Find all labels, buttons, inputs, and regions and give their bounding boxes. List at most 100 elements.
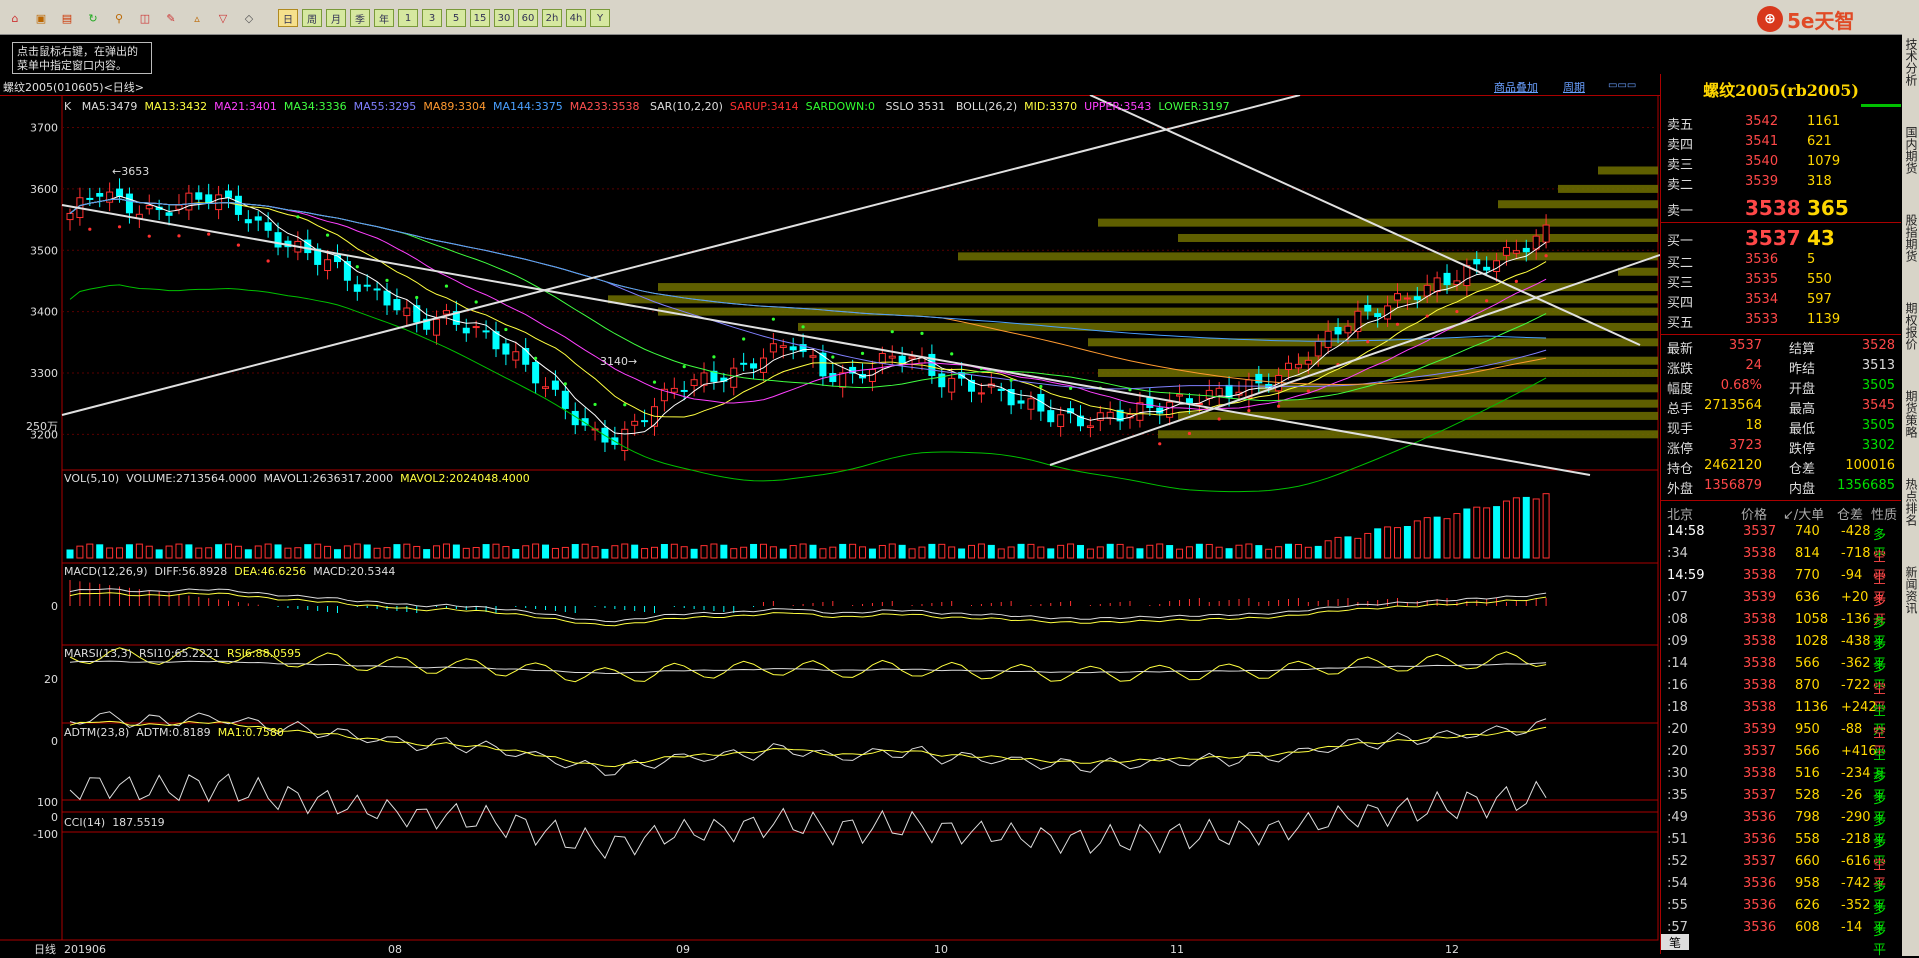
sar-dot (236, 243, 241, 247)
period-button[interactable]: 2h (542, 9, 562, 27)
ma13-label: MA13:3432 (144, 100, 208, 113)
sar-dot (1068, 386, 1073, 390)
volume-bar (561, 546, 569, 559)
sar-dot (207, 232, 211, 236)
tick-cell: -616 (1841, 854, 1871, 869)
moving-average-line (69, 198, 1547, 410)
toolbar-tool-icon[interactable]: ↻ (82, 8, 104, 28)
adtm-value: ADTM:0.8189 (136, 726, 211, 739)
tick-cell: -438 (1841, 634, 1871, 649)
toolbar-tool-icon[interactable]: ▽ (212, 8, 234, 28)
side-tab[interactable]: 期货策略 (1903, 390, 1918, 438)
volume-bar (750, 543, 758, 559)
candle-body (393, 299, 401, 311)
volume-bar (1116, 543, 1124, 559)
rsi-labels: MARSI(13,3) RSI10:65.2221 RSI6:88.0595 (64, 647, 301, 660)
stat-row-v2: 1356685 (1837, 478, 1895, 493)
sar-dot (1395, 322, 1400, 326)
candle-body (522, 347, 530, 365)
tick-tab[interactable]: 笔 (1661, 934, 1689, 950)
candle-body (1364, 304, 1372, 312)
side-tab[interactable]: 新闻资讯 (1903, 566, 1918, 614)
volume-bar (769, 546, 777, 559)
rsi-label: MARSI(13,3) (64, 647, 132, 660)
overlay-link[interactable]: 商品叠加 (1494, 79, 1538, 95)
tick-cell: 3538 (1743, 546, 1777, 561)
window-layout-icon[interactable]: ▭▭▭ (1608, 80, 1636, 91)
toolbar-tool-icon[interactable]: ✎ (160, 8, 182, 28)
period-button[interactable]: 30 (494, 9, 514, 27)
period-button[interactable]: 5 (446, 9, 466, 27)
ask-row-v: 621 (1807, 134, 1832, 149)
volume-bar (274, 544, 282, 559)
side-tab[interactable]: 期权报价 (1903, 302, 1918, 350)
period-button[interactable]: 月 (326, 9, 346, 27)
side-tab[interactable]: 股指期货 (1903, 214, 1918, 262)
stat-row-v1: 18 (1745, 418, 1762, 433)
bid-row-p: 3536 (1745, 252, 1779, 267)
bid-row: 买三 3535 550 (1665, 272, 1897, 291)
side-tab[interactable]: 国内期货 (1903, 126, 1918, 174)
tick-row: :08 3538 1058 -136 多平 (1665, 612, 1897, 650)
tick-cell: -218 (1841, 832, 1871, 847)
candle-body (769, 343, 777, 353)
stat-row: 现手 18 最低 3505 (1665, 418, 1897, 437)
candle-body (462, 327, 470, 334)
tick-cell: -428 (1841, 524, 1871, 539)
volume-bar (1185, 546, 1193, 559)
period-button[interactable]: 日 (278, 9, 298, 27)
stat-row-n1: 涨跌 (1667, 362, 1694, 377)
tick-cell: 770 (1795, 568, 1820, 583)
period-button[interactable]: 1 (398, 9, 418, 27)
tick-cell: :14 (1667, 656, 1688, 671)
chart-canvas[interactable]: 370036003500340033003200←36533140→250万02… (0, 95, 1660, 955)
pane-frame (61, 811, 1659, 941)
ask-row-p: 3538 (1745, 196, 1801, 220)
bid-row-n: 买三 (1667, 276, 1694, 291)
adtm-axis-label: 0 (51, 735, 58, 748)
toolbar-tool-icon[interactable]: ▤ (56, 8, 78, 28)
bid-row-v: 5 (1807, 252, 1816, 267)
period-button[interactable]: 4h (566, 9, 586, 27)
tick-cell: 14:59 (1667, 568, 1705, 583)
tick-cell: -234 (1841, 766, 1871, 781)
candle-body (1493, 260, 1501, 272)
period-button[interactable]: 15 (470, 9, 490, 27)
volume-bar (1314, 545, 1322, 559)
period-button[interactable]: 3 (422, 9, 442, 27)
stat-row-n1: 涨停 (1667, 442, 1694, 457)
tick-cell: 558 (1795, 832, 1820, 847)
period-button[interactable]: 60 (518, 9, 538, 27)
period-link[interactable]: 周期 (1563, 79, 1585, 95)
toolbar-tool-icon[interactable]: ◇ (238, 8, 260, 28)
volume-bar (324, 545, 332, 559)
sar-dot (177, 234, 181, 238)
stat-row-v1: 3537 (1728, 338, 1762, 353)
x-axis-tick: 09 (676, 943, 690, 955)
volume-bar (700, 545, 708, 559)
tick-row: :16 3538 870 -722 空平 (1665, 678, 1897, 716)
volume-bar (1047, 548, 1055, 559)
candle-body (1225, 384, 1233, 398)
ask-row-v: 365 (1807, 196, 1849, 220)
toolbar-tool-icon[interactable]: ⚲ (108, 8, 130, 28)
stat-row-n2: 跌停 (1789, 442, 1816, 457)
volume-bar (551, 547, 559, 559)
toolbar-tool-icon[interactable]: ◫ (134, 8, 156, 28)
toolbar-tool-icon[interactable]: ▵ (186, 8, 208, 28)
volume-bar (690, 548, 698, 559)
volume-bar (363, 544, 371, 559)
candle-body (1136, 402, 1144, 421)
volume-bar (1057, 544, 1065, 559)
x-axis-tick: 11 (1170, 943, 1184, 955)
side-tab[interactable]: 技术分析 (1903, 38, 1918, 86)
period-button[interactable]: 周 (302, 9, 322, 27)
toolbar-tool-icon[interactable]: ⌂ (4, 8, 26, 28)
volume-bar (660, 544, 668, 559)
toolbar-tool-icon[interactable]: ▣ (30, 8, 52, 28)
period-button[interactable]: Y (590, 9, 610, 27)
side-tab[interactable]: 热点排名 (1903, 478, 1918, 526)
period-button[interactable]: 年 (374, 9, 394, 27)
period-button[interactable]: 季 (350, 9, 370, 27)
candle-body (779, 345, 787, 349)
